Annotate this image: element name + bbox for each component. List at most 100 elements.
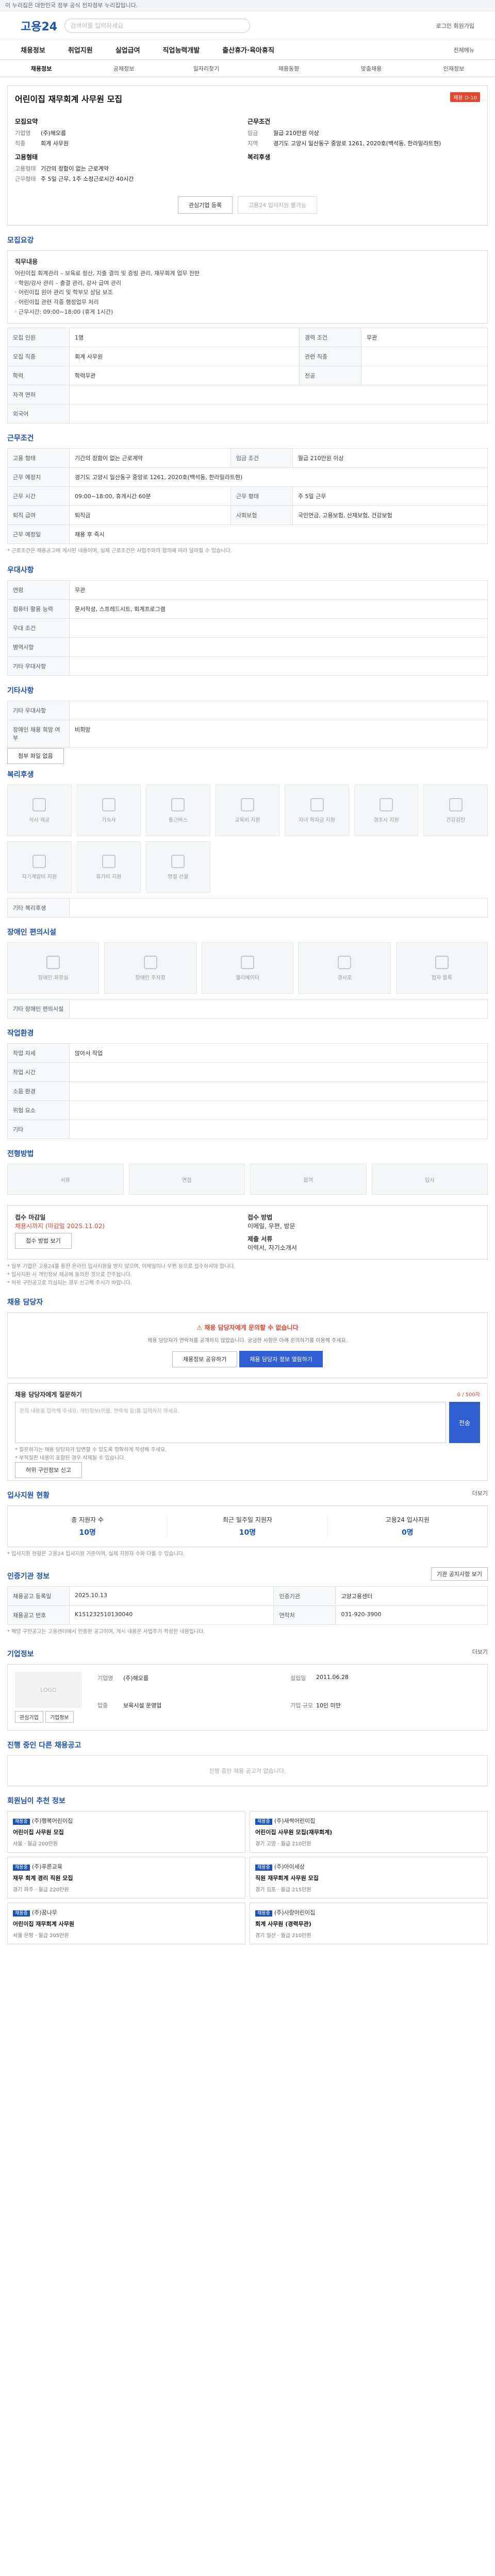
summary-header-work: 근무조건 — [248, 118, 271, 125]
company-interest-button[interactable]: 관심기업 — [15, 1711, 43, 1723]
cell-value: 고양고용센터 — [335, 1586, 488, 1606]
facility-label: 장애인 주차장 — [135, 975, 166, 981]
interest-company-button[interactable]: 관심기업 등록 — [177, 196, 233, 214]
cell-key: 인증기관 — [273, 1586, 336, 1606]
cell-key: 모집 인원 — [7, 328, 70, 348]
nav-item-4[interactable]: 출산휴가·육아휴직 — [222, 45, 274, 55]
recommend-item[interactable]: 채용중 (주)새싹어린이집 어린이집 사무원 모집(재무회계) 경기 고양 · 월급 … — [250, 1811, 488, 1853]
report-button[interactable]: 허위 구인정보 신고 — [15, 1462, 82, 1479]
nav-item-0[interactable]: 채용정보 — [21, 45, 45, 55]
table-row: 모집 인원 1명 경력 조건 무관 — [7, 328, 488, 348]
rec-company: (주)행복어린이집 — [31, 1818, 73, 1825]
cell-value: 문서작성, 스프레드시트, 회계프로그램 — [69, 599, 488, 619]
subnav-item-5[interactable]: 인재정보 — [412, 64, 495, 73]
cell-value — [361, 366, 488, 386]
stat-value: 10명 — [79, 1529, 96, 1537]
deadline-value: 채용시까지 (마감일 2025.11.02) — [15, 1223, 105, 1230]
summary-header-welfare: 복리후생 — [248, 154, 271, 161]
vacation-icon — [102, 854, 116, 868]
apply-disabled-button[interactable]: 고용24 입사지원 불가능 — [238, 196, 318, 214]
stat-label: 최근 일주일 지원자 — [223, 1516, 272, 1524]
rec-title: 회계 사무원 (경력무관) — [255, 1921, 311, 1928]
duty-text: 어린이집 회계관리 – 보육료 정산, 지출 결의 및 증빙 관리, 재무회계 … — [15, 270, 200, 315]
rec-meta: 경기 파주 · 월급 220만원 — [13, 1887, 69, 1893]
table-row: 위험 요소 — [7, 1100, 488, 1121]
location-label: 지역 — [248, 140, 258, 147]
duty-label: 직무내용 — [15, 258, 38, 265]
cell-key: 임금 조건 — [230, 448, 293, 468]
cell-key: 컴퓨터 활용 능력 — [7, 599, 70, 619]
company-info-button[interactable]: 기업정보 — [45, 1711, 74, 1723]
welfare-grid: 식사 제공 기숙사 통근버스 교육비 지원 자녀 학자금 지원 경조사 지원 건… — [7, 785, 488, 893]
company-more-link[interactable]: 더보기 — [472, 1648, 488, 1656]
nav-item-3[interactable]: 직업능력개발 — [163, 45, 200, 55]
present-icon — [171, 854, 185, 868]
subnav-item-4[interactable]: 맞춤채용 — [330, 64, 412, 73]
inquiry-card: 채용 담당자에게 질문하기 0 / 500자 문의 내용을 입력해 주세요. 개… — [7, 1383, 488, 1481]
header: 고용24 검색어를 입력하세요 로그인 회원가입 — [0, 11, 495, 40]
dormitory-icon — [102, 798, 116, 811]
recommend-item[interactable]: 채용중 (주)행복어린이집 어린이집 사무원 모집 서울 · 월급 200만원 — [7, 1811, 245, 1853]
view-contact-button[interactable]: 채용 담당자 정보 열람하기 — [239, 1351, 323, 1368]
nav-item-1[interactable]: 취업지원 — [68, 45, 93, 55]
rec-title: 직원 재무회계 사무원 모집 — [255, 1875, 319, 1882]
welfare-item: 통근버스 — [146, 785, 210, 837]
nav-item-2[interactable]: 실업급여 — [116, 45, 140, 55]
cell-key: 전공 — [299, 366, 362, 386]
stats-more-link[interactable]: 더보기 — [472, 1489, 488, 1497]
cell-value — [69, 1062, 488, 1082]
share-button[interactable]: 채용정보 공유하기 — [172, 1351, 238, 1368]
cell-key: 작업 시간 — [7, 1062, 70, 1082]
table-row: 근무 시간 09:00~18:00, 휴게시간 60분 근무 형태 주 5일 근무 — [7, 486, 488, 506]
rec-tag: 채용중 — [13, 1819, 30, 1825]
conditions-table: 연령 무관 컴퓨터 활용 능력 문서작성, 스프레드시트, 회계프로그램 우대 조건… — [7, 580, 488, 676]
cell-value — [69, 1081, 488, 1101]
cell-value: 국민연금, 고용보험, 산재보험, 건강보험 — [292, 505, 488, 526]
subnav-item-3[interactable]: 채용동향 — [248, 64, 330, 73]
company-section-title: 기업정보 — [7, 1650, 34, 1659]
other-jobs-empty: 진행 중인 채용 공고가 없습니다. — [7, 1755, 488, 1787]
cell-value: 무관 — [361, 328, 488, 348]
apply-method-button[interactable]: 접수 방법 보기 — [15, 1233, 72, 1249]
site-logo[interactable]: 고용24 — [21, 18, 57, 34]
deadline-label: 접수 마감일 — [15, 1214, 46, 1222]
info-note: * 해당 구인공고는 고용센터에서 인증한 공고이며, 게시 내용은 사업주가 … — [7, 1629, 205, 1635]
welfare-item: 기숙사 — [76, 785, 141, 837]
facility-item: 장애인 주차장 — [104, 942, 196, 994]
recruit-section-title: 모집요강 — [7, 236, 34, 245]
recommend-item[interactable]: 채용중 (주)사랑어린이집 회계 사무원 (경력무관) 경기 일산 · 월급 210만… — [250, 1903, 488, 1945]
facility-item: 엘리베이터 — [201, 942, 294, 994]
stat-item: 고용24 입사지원 0명 — [328, 1515, 487, 1537]
main-nav: 채용정보 취업지원 실업급여 직업능력개발 출산휴가·육아휴직 전체메뉴 — [0, 40, 495, 60]
recommend-item[interactable]: 채용중 (주)꿈나무 어린이집 재무회계 사무원 서울 은평 · 월급 205만원 — [7, 1903, 245, 1945]
env-section-title: 작업환경 — [7, 1029, 34, 1038]
cell-value — [69, 701, 488, 721]
recommend-item[interactable]: 채용중 (주)아이세상 직원 재무회계 사무원 모집 경기 김포 · 월급 215만원 — [250, 1857, 488, 1899]
table-row: 우대 조건 — [7, 618, 488, 638]
subnav-item-2[interactable]: 일자리찾기 — [165, 64, 248, 73]
subnav-item-0[interactable]: 채용정보 — [0, 64, 82, 73]
welfare-note-table: 기타 복리후생 — [7, 898, 488, 918]
inquiry-submit-button[interactable]: 전송 — [449, 1402, 480, 1444]
cell-value — [69, 1100, 488, 1121]
search-input[interactable]: 검색어를 입력하세요 — [64, 18, 251, 33]
attachment-button[interactable]: 첨부 파일 없음 — [7, 748, 64, 765]
login-links[interactable]: 로그인 회원가입 — [436, 22, 474, 30]
rec-tag: 채용중 — [13, 1910, 30, 1917]
method-step: 면접 — [128, 1164, 245, 1195]
subnav-item-1[interactable]: 공채정보 — [82, 64, 165, 73]
deadline-badge: 채용 D-10 — [450, 92, 480, 102]
cell-value: 채용 후 즉시 — [69, 524, 488, 545]
cell-value: 09:00~18:00, 휴게시간 60분 — [69, 486, 231, 506]
book-icon — [32, 854, 46, 868]
agency-notice-button[interactable]: 기관 공지사항 보기 — [431, 1567, 488, 1581]
duty-card: 직무내용 어린이집 회계관리 – 보육료 정산, 지출 결의 및 증빙 관리, … — [7, 250, 488, 324]
inquiry-textarea[interactable]: 문의 내용을 입력해 주세요. 개인정보(이름, 연락처 등)를 입력하지 마세… — [15, 1402, 446, 1444]
cell-key: 소음 환경 — [7, 1081, 70, 1101]
recommend-item[interactable]: 채용중 (주)푸른교육 재무 회계 경리 직원 모집 경기 파주 · 월급 220만원 — [7, 1857, 245, 1899]
cell-value: 앉아서 작업 — [69, 1043, 488, 1063]
all-menu-button[interactable]: 전체메뉴 — [454, 46, 474, 54]
alert-sub: 채용 담당자가 연락처를 공개하지 않았습니다. 궁금한 사항은 아래 문의하기… — [147, 1338, 348, 1344]
other-jobs-title: 진행 중인 다른 채용공고 — [7, 1741, 81, 1750]
method-step: 합격 — [250, 1164, 367, 1195]
